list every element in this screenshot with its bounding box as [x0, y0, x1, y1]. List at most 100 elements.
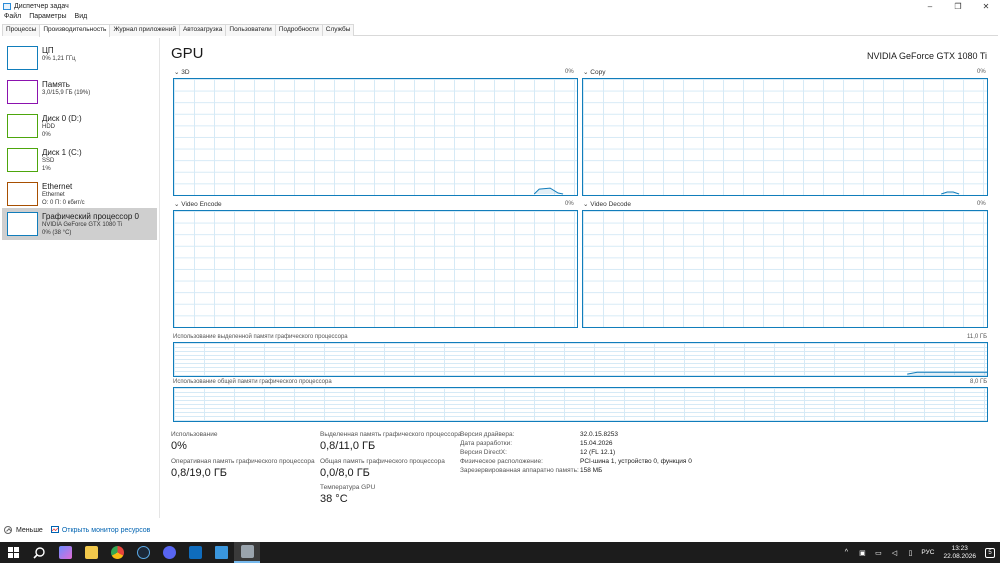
gpu-temperature-label: Температура GPU [320, 484, 376, 491]
engine-3d-line [533, 187, 564, 195]
gpu-ram-label: Оперативная память графического процессо… [171, 458, 315, 465]
directx-version-label: Версия DirectX: [460, 449, 507, 456]
outlook-icon [188, 546, 202, 559]
menu-view[interactable]: Вид [71, 13, 92, 23]
chevron-up-icon[interactable]: ^ [841, 548, 851, 558]
sidebar-item-memory[interactable]: Память 3,0/15,9 ГБ (19%) [2, 76, 157, 108]
driver-version-value: 32.0.15.8253 [580, 431, 618, 438]
sidebar-item-disk-1[interactable]: Диск 1 (C:) SSD 1% [2, 144, 157, 176]
memory-thumbnail-graph [7, 80, 38, 104]
driver-date-value: 15.04.2026 [580, 440, 613, 447]
ethernet-thumbnail-graph [7, 182, 38, 206]
gpu-tray-icon[interactable]: ▣ [857, 548, 867, 558]
engine-3d-label[interactable]: ⌄ 3D [174, 68, 190, 76]
disk-1-thumbnail-graph [7, 148, 38, 172]
outlook-button[interactable] [182, 542, 208, 563]
engine-video-decode-label[interactable]: ⌄ Video Decode [583, 200, 631, 208]
engine-3d-graph [173, 78, 578, 196]
footer-bar: Меньше Открыть монитор ресурсов [4, 524, 150, 536]
search-button[interactable] [26, 542, 52, 563]
chevron-down-icon: ⌄ [583, 69, 589, 76]
notification-count: 5 [988, 549, 992, 556]
dedicated-memory-max: 11,0 ГБ [967, 334, 988, 340]
sidebar-item-title: ЦП [42, 46, 54, 55]
gpu-thumbnail-graph [7, 212, 38, 236]
clock-date: 22.08.2026 [943, 552, 976, 560]
chrome-button[interactable] [104, 542, 130, 563]
fewer-details-button[interactable]: Меньше [16, 527, 43, 534]
sidebar-item-detail: 1% [42, 166, 51, 172]
tab-bar: Процессы Производительность Журнал прило… [2, 24, 998, 37]
task-manager-taskbar-button[interactable] [234, 542, 260, 563]
engine-video-encode-label[interactable]: ⌄ Video Encode [174, 200, 222, 208]
copilot-icon [58, 546, 72, 559]
title-bar: Диспетчер задач – ❐ ✕ [0, 0, 1000, 12]
engine-video-encode-value: 0% [565, 201, 574, 207]
engine-copy-line [941, 191, 960, 195]
window-title: Диспетчер задач [14, 2, 69, 10]
dedicated-memory-line [907, 371, 987, 376]
menu-file[interactable]: Файл [0, 13, 25, 23]
start-button[interactable] [0, 542, 26, 563]
resource-monitor-icon [50, 526, 59, 534]
sidebar-item-ethernet[interactable]: Ethernet Ethernet О: 0 П: 0 кбит/с [2, 178, 157, 210]
tab-startup[interactable]: Автозагрузка [178, 24, 227, 36]
language-indicator[interactable]: РУС [921, 549, 934, 556]
utilization-label: Использование [171, 431, 218, 438]
shared-memory-max: 8,0 ГБ [970, 379, 988, 385]
disk-0-thumbnail-graph [7, 114, 38, 138]
engine-copy-graph [582, 78, 988, 196]
cpu-thumbnail-graph [7, 46, 38, 70]
gpu-ram-value: 0,8/19,0 ГБ [171, 467, 227, 479]
shared-memory-graph-label: Использование общей памяти графического … [173, 379, 332, 385]
folder-icon [84, 546, 98, 559]
chevron-down-icon: ⌄ [174, 201, 180, 208]
steam-icon [136, 546, 150, 559]
taskbar: ^ ▣ ▭ ◁ ▯ РУС 13:23 22.08.2026 5 [0, 542, 1000, 563]
engine-video-decode-graph [582, 210, 988, 328]
shared-memory-value: 0,0/8,0 ГБ [320, 467, 370, 479]
volume-icon[interactable]: ◁ [889, 548, 899, 558]
tab-app-history[interactable]: Журнал приложений [109, 24, 180, 36]
reserved-memory-value: 158 МБ [580, 467, 603, 474]
menu-options[interactable]: Параметры [25, 13, 70, 23]
sidebar-item-title: Память [42, 80, 70, 89]
discord-button[interactable] [156, 542, 182, 563]
sidebar-item-detail: 0% 1,21 ГГц [42, 56, 76, 62]
driver-date-label: Дата разработки: [460, 440, 513, 447]
tab-processes[interactable]: Процессы [2, 24, 41, 36]
tab-performance[interactable]: Производительность [39, 24, 111, 37]
discord-icon [162, 546, 176, 559]
remote-desktop-button[interactable] [208, 542, 234, 563]
sidebar-item-disk-0[interactable]: Диск 0 (D:) HDD 0% [2, 110, 157, 142]
menu-bar: Файл Параметры Вид [0, 13, 91, 23]
steam-button[interactable] [130, 542, 156, 563]
tab-services[interactable]: Службы [321, 24, 355, 36]
chevron-up-icon[interactable] [4, 526, 12, 534]
close-button[interactable]: ✕ [972, 0, 1000, 12]
dedicated-memory-value: 0,8/11,0 ГБ [320, 440, 376, 452]
file-explorer-button[interactable] [78, 542, 104, 563]
tab-users[interactable]: Пользователи [225, 24, 276, 36]
performance-sidebar: ЦП 0% 1,21 ГГц Память 3,0/15,9 ГБ (19%) … [0, 38, 160, 518]
sidebar-item-detail: 0% (38 °C) [42, 230, 72, 236]
clock[interactable]: 13:23 22.08.2026 [943, 545, 976, 561]
reserved-memory-label: Зарезервированная аппаратно память: [460, 467, 579, 474]
gpu-panel: GPU NVIDIA GeForce GTX 1080 Ti ⌄ 3D 0% ⌄… [170, 45, 990, 515]
shared-memory-graph [173, 387, 988, 422]
battery-icon[interactable]: ▯ [905, 548, 915, 558]
notification-icon[interactable]: 5 [985, 547, 995, 558]
remote-desktop-icon [214, 546, 228, 559]
shared-memory-label: Общая память графического процессора [320, 458, 445, 465]
chevron-down-icon: ⌄ [583, 201, 589, 208]
sidebar-item-gpu-0[interactable]: Графический процессор 0 NVIDIA GeForce G… [2, 208, 157, 240]
minimize-button[interactable]: – [916, 0, 944, 12]
copilot-button[interactable] [52, 542, 78, 563]
open-resource-monitor-link[interactable]: Открыть монитор ресурсов [62, 527, 151, 534]
engine-copy-label[interactable]: ⌄ Copy [583, 68, 605, 76]
maximize-button[interactable]: ❐ [944, 0, 972, 12]
tab-details[interactable]: Подробности [274, 24, 323, 36]
sidebar-item-cpu[interactable]: ЦП 0% 1,21 ГГц [2, 42, 157, 74]
network-icon[interactable]: ▭ [873, 548, 883, 558]
engine-video-encode-graph [173, 210, 578, 328]
